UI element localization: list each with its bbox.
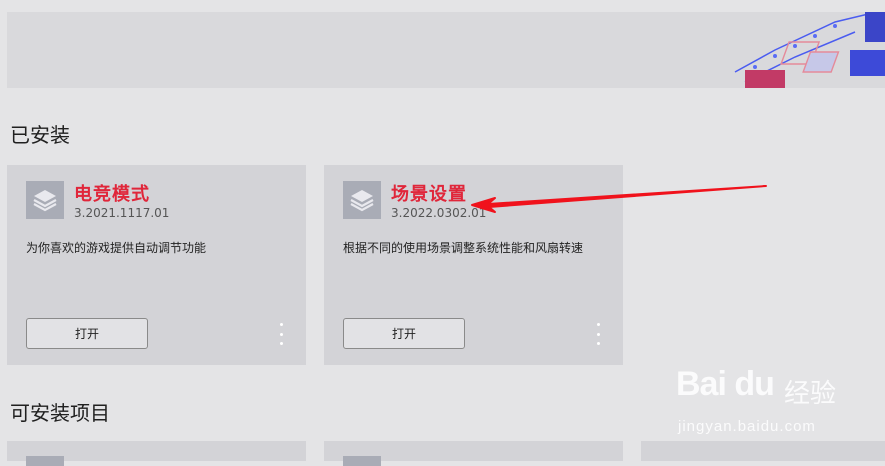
header-banner bbox=[7, 12, 885, 88]
open-button[interactable]: 打开 bbox=[343, 318, 465, 349]
layers-icon bbox=[26, 181, 64, 219]
app-version: 3.2022.0302.01 bbox=[391, 206, 487, 220]
app-name: 场景设置 bbox=[391, 184, 467, 205]
available-section-title: 可安装项目 bbox=[10, 401, 110, 425]
app-version: 3.2021.1117.01 bbox=[74, 206, 170, 220]
app-icon bbox=[26, 456, 64, 466]
app-name: 电竞模式 bbox=[74, 184, 150, 205]
watermark-text: 经验 bbox=[784, 379, 837, 409]
available-card[interactable] bbox=[7, 441, 306, 466]
banner-illustration bbox=[734, 12, 885, 88]
app-description: 为你喜欢的游戏提供自动调节功能 bbox=[26, 241, 207, 255]
open-button[interactable]: 打开 bbox=[26, 318, 148, 349]
app-description: 根据不同的使用场景调整系统性能和风扇转速 bbox=[343, 241, 584, 255]
app-icon bbox=[343, 456, 381, 466]
layers-icon bbox=[343, 181, 381, 219]
watermark-logo: Bai du bbox=[676, 365, 775, 403]
available-card[interactable] bbox=[324, 441, 623, 466]
baidu-watermark: Bai du 经验 jingyan.baidu.com bbox=[676, 365, 881, 440]
app-card-esports-mode: 电竞模式 3.2021.1117.01 为你喜欢的游戏提供自动调节功能 打开 bbox=[7, 165, 306, 365]
more-options-icon[interactable] bbox=[273, 321, 289, 347]
more-options-icon[interactable] bbox=[590, 321, 606, 347]
available-card[interactable] bbox=[641, 441, 885, 461]
installed-section-title: 已安装 bbox=[10, 123, 70, 147]
watermark-url: jingyan.baidu.com bbox=[678, 418, 816, 435]
app-card-scene-settings: 场景设置 3.2022.0302.01 根据不同的使用场景调整系统性能和风扇转速… bbox=[324, 165, 623, 365]
